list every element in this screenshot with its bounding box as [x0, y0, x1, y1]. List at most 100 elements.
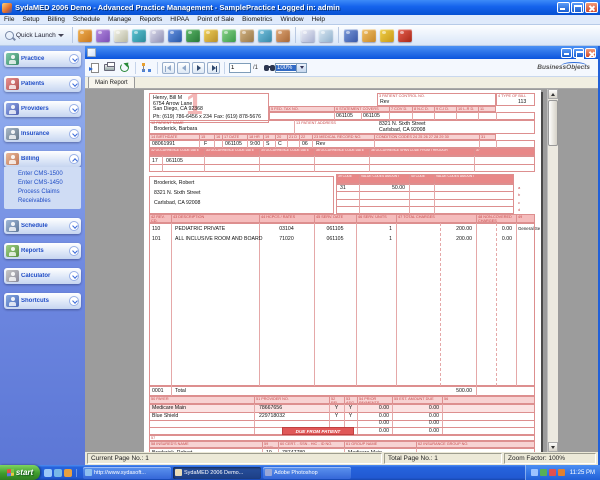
- superbill-icon[interactable]: [112, 27, 130, 44]
- sidebar-group-insurance[interactable]: Insurance: [4, 126, 81, 142]
- tab-main-report[interactable]: Main Report: [88, 76, 135, 88]
- menu-reports[interactable]: Reports: [135, 16, 166, 23]
- taskbar-task-sydamed-2006-demo[interactable]: SydaMED 2006 Demo...: [173, 467, 261, 479]
- find-binoculars-icon[interactable]: [260, 62, 273, 74]
- start-button[interactable]: start: [0, 465, 40, 480]
- chevron-down-icon[interactable]: [69, 246, 79, 256]
- child-minimize-icon[interactable]: [561, 48, 572, 58]
- taskbar-task-http-www-sydasoft[interactable]: http://www.sydasoft...: [83, 467, 171, 479]
- chevron-up-icon[interactable]: [69, 154, 79, 164]
- sidebar-group-patients[interactable]: Patients: [4, 76, 81, 92]
- taskbar-task-adobe-photoshop[interactable]: Adobe Photoshop: [263, 467, 351, 479]
- chevron-down-icon[interactable]: [69, 271, 79, 281]
- volume-tray-icon[interactable]: [558, 469, 565, 476]
- print-icon[interactable]: [103, 62, 116, 74]
- svc1-noncov: 0.00: [476, 226, 512, 232]
- chevron-down-icon[interactable]: [69, 54, 79, 64]
- workstation-icon[interactable]: [256, 27, 274, 44]
- report-scheduler-icon: [301, 29, 315, 42]
- sidebar-group-shortcuts[interactable]: Shortcuts: [4, 293, 81, 309]
- monitor-icon[interactable]: [360, 27, 378, 44]
- maximize-icon[interactable]: [571, 2, 584, 13]
- sidebar-group-schedule[interactable]: Schedule: [4, 218, 81, 234]
- chevron-down-icon[interactable]: [69, 104, 79, 114]
- next-page-button[interactable]: [192, 62, 205, 74]
- patient-records-icon[interactable]: [148, 27, 166, 44]
- child-close-icon[interactable]: [585, 48, 596, 58]
- menu-manage[interactable]: Manage: [104, 16, 136, 23]
- scroll-down-icon[interactable]: [548, 442, 558, 452]
- export-icon[interactable]: [88, 62, 101, 74]
- total-amount: 500.00: [396, 388, 472, 394]
- menu-hipaa[interactable]: HIPAA: [166, 16, 193, 23]
- scroll-up-icon[interactable]: [548, 89, 558, 99]
- scheduler-icon[interactable]: [220, 27, 238, 44]
- sidebar-item-process-claims[interactable]: Process Claims: [18, 188, 81, 197]
- hour-value: 9:00: [250, 141, 260, 147]
- mrn-value: Rev: [316, 141, 325, 147]
- payments-icon[interactable]: [202, 27, 220, 44]
- quick-launch-button[interactable]: Quick Launch: [0, 31, 69, 40]
- menu-billing[interactable]: Billing: [43, 16, 68, 23]
- menu-setup[interactable]: Setup: [18, 16, 43, 23]
- statistics-chart-icon[interactable]: [342, 27, 360, 44]
- child-maximize-icon[interactable]: [573, 48, 584, 58]
- page-total-label: /1: [253, 65, 258, 71]
- zoom-combobox[interactable]: 100%: [275, 63, 307, 73]
- media-player-icon[interactable]: [64, 469, 72, 477]
- staff-icon[interactable]: [274, 27, 292, 44]
- zoom-dropdown-icon[interactable]: [296, 64, 306, 72]
- report-vertical-scrollbar[interactable]: [547, 89, 558, 452]
- menu-biometrics[interactable]: Biometrics: [238, 16, 276, 23]
- sidebar-group-reports[interactable]: Reports: [4, 243, 81, 259]
- menu-help[interactable]: Help: [308, 16, 329, 23]
- appointments-icon[interactable]: [238, 27, 256, 44]
- menu-point-of-sale[interactable]: Point of Sale: [193, 16, 238, 23]
- network-tray-icon[interactable]: [531, 469, 538, 476]
- sidebar-group-practice[interactable]: Practice: [4, 51, 81, 67]
- icd-codes-icon[interactable]: [94, 27, 112, 44]
- sidebar-item-enter-cms-1450[interactable]: Enter CMS-1450: [18, 179, 81, 188]
- report-scheduler-icon[interactable]: [299, 27, 317, 44]
- scrollbar-thumb[interactable]: [548, 100, 558, 146]
- refresh-icon[interactable]: [118, 62, 131, 74]
- menu-file[interactable]: File: [0, 16, 18, 23]
- page-number-input[interactable]: [229, 63, 251, 73]
- ie-quicklaunch-icon[interactable]: [44, 469, 52, 477]
- close-icon[interactable]: [585, 2, 598, 13]
- window-title: SydaMED 2006 Demo - Advanced Practice Ma…: [15, 3, 556, 12]
- report-designer-icon[interactable]: [317, 27, 335, 44]
- alert-tray-icon[interactable]: [549, 469, 556, 476]
- menu-bar: FileSetupBillingScheduleManageReportsHIP…: [0, 15, 600, 25]
- menu-window[interactable]: Window: [276, 16, 307, 23]
- shield-tray-icon[interactable]: [540, 469, 547, 476]
- chevron-down-icon[interactable]: [69, 221, 79, 231]
- show-desktop-icon[interactable]: [54, 469, 62, 477]
- sidebar-group-calculator[interactable]: Calculator: [4, 268, 81, 284]
- claims-globe-icon[interactable]: [184, 27, 202, 44]
- last-page-button[interactable]: [207, 62, 220, 74]
- dfp-prior: 0.00: [357, 428, 389, 434]
- cpt-codes-icon[interactable]: [76, 27, 94, 44]
- chevron-down-icon[interactable]: [69, 79, 79, 89]
- help-icon[interactable]: [396, 27, 414, 44]
- child-title-bar: [85, 46, 598, 59]
- payer1-prov: 78667656: [259, 405, 282, 411]
- security-lock-icon[interactable]: [378, 27, 396, 44]
- sidebar-group-billing[interactable]: Billing: [4, 151, 81, 167]
- patient-search-icon[interactable]: [130, 27, 148, 44]
- previous-page-button[interactable]: [177, 62, 190, 74]
- report-window-icon: [87, 48, 96, 57]
- minimize-icon[interactable]: [557, 2, 570, 13]
- sidebar-item-receivables[interactable]: Receivables: [18, 197, 81, 206]
- group-tree-icon[interactable]: [140, 62, 153, 74]
- first-page-button[interactable]: [162, 62, 175, 74]
- payer3-prior: 0.00: [357, 420, 389, 426]
- chevron-down-icon[interactable]: [69, 129, 79, 139]
- sidebar-group-providers[interactable]: Providers: [4, 101, 81, 117]
- menu-schedule[interactable]: Schedule: [69, 16, 104, 23]
- sidebar-item-enter-cms-1500[interactable]: Enter CMS-1500: [18, 170, 81, 179]
- charge-entry-icon[interactable]: [166, 27, 184, 44]
- chevron-down-icon[interactable]: [69, 296, 79, 306]
- admission-date-value: 061105: [225, 141, 242, 147]
